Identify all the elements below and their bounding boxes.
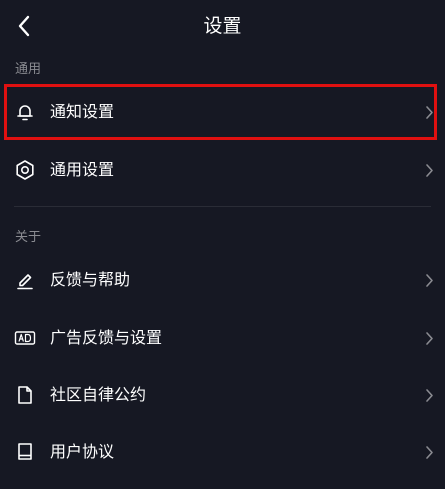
settings-item-label: 用户协议: [50, 442, 115, 461]
settings-item-general[interactable]: 通用设置: [0, 142, 445, 198]
settings-item-label: 反馈与帮助: [50, 270, 131, 289]
document-icon: [14, 384, 36, 406]
settings-item-label: 通用设置: [50, 160, 115, 179]
settings-item-feedback[interactable]: 反馈与帮助: [0, 252, 445, 308]
chevron-right-icon: [423, 330, 435, 346]
book-icon: [14, 441, 36, 463]
section-label-about: 关于: [15, 230, 42, 245]
settings-item-label: 广告反馈与设置: [50, 328, 163, 347]
chevron-right-icon: [423, 272, 435, 288]
section-label-general: 通用: [15, 62, 42, 77]
chevron-right-icon: [423, 162, 435, 178]
settings-item-ad-feedback[interactable]: 广告反馈与设置: [0, 310, 445, 366]
settings-item-community-guidelines[interactable]: 社区自律公约: [0, 367, 445, 423]
page-title: 设置: [203, 15, 242, 37]
settings-item-label: 通知设置: [50, 102, 115, 121]
bell-icon: [14, 101, 36, 123]
pencil-icon: [14, 269, 36, 291]
gear-icon: [14, 159, 36, 181]
settings-item-label: 社区自律公约: [50, 385, 147, 404]
chevron-right-icon: [423, 444, 435, 460]
chevron-right-icon: [423, 104, 435, 120]
ad-icon: [14, 327, 36, 349]
chevron-right-icon: [423, 387, 435, 403]
settings-item-notifications[interactable]: 通知设置: [0, 84, 445, 140]
section-divider: [14, 206, 431, 207]
header: 设置: [0, 0, 445, 52]
settings-item-user-agreement[interactable]: 用户协议: [0, 424, 445, 480]
